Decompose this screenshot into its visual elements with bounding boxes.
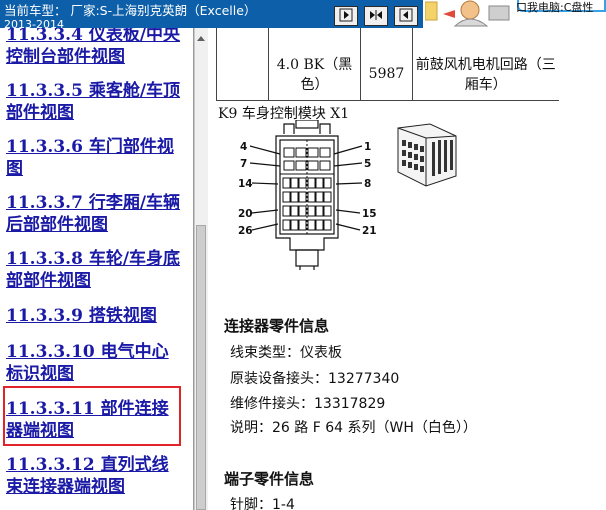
toc-item-11-3-3-8[interactable]: 11.3.3.8 车轮/车身底部部件视图 [6, 248, 184, 292]
pin-label-5: 5 [364, 158, 371, 170]
pin-label-21: 21 [362, 225, 377, 237]
circuit-number-cell: 5987 [360, 28, 413, 101]
toc-item-11-3-3-10[interactable]: 11.3.3.10 电气中心标识视图 [6, 341, 184, 385]
document-view: 4.0 BK（黑色） 5987 前鼓风机电机回路（三厢车） K9 车身控制模块 … [210, 28, 606, 510]
connector-description-text: 说明：26 路 F 64 系列（WH（白色）） [230, 420, 477, 436]
vehicle-model-label: 当前车型： 厂家:S-上海别克英朗（Excelle） [4, 3, 257, 18]
nav-forward-button[interactable] [334, 6, 358, 26]
pin-label-20: 20 [238, 208, 253, 220]
table-cell-blank [216, 28, 269, 101]
connector-face-diagram: 4 1 7 5 14 8 20 15 26 21 [238, 120, 377, 270]
toc-item-11-3-3-7[interactable]: 11.3.3.7 行李厢/车辆后部部件视图 [6, 192, 184, 236]
toc-item-11-3-3-5[interactable]: 11.3.3.5 乘客舱/车顶部件视图 [6, 80, 184, 124]
circuit-function-cell: 前鼓风机电机回路（三厢车） [412, 28, 559, 101]
toc-panel: 11.3.3.4 仪表板/中央控制台部件视图 11.3.3.5 乘客舱/车顶部件… [0, 28, 194, 510]
pin-label-8: 8 [364, 178, 371, 190]
pin-label-1: 1 [364, 141, 371, 153]
pin-label-26: 26 [238, 225, 253, 237]
pin-label-14: 14 [238, 178, 253, 190]
selected-item-highlight [3, 386, 181, 446]
play-right-icon [339, 7, 353, 26]
oem-connector-text: 原装设备接头：13277340 [230, 371, 400, 387]
harness-type-text: 线束类型：仪表板 [230, 345, 342, 361]
toc-item-11-3-3-9[interactable]: 11.3.3.9 搭铁视图 [6, 305, 184, 327]
terminal-pins-text: 针脚：1-4 [230, 497, 295, 510]
nav-back-button[interactable] [394, 6, 418, 26]
title-bar: 当前车型： 厂家:S-上海别克英朗（Excelle） 2013-2014 口我电… [0, 0, 606, 31]
scroll-up-icon[interactable] [196, 30, 206, 42]
terminal-info-title: 端子零件信息 [224, 470, 315, 488]
pin-label-7: 7 [240, 158, 247, 170]
connector-3d-image [397, 123, 457, 187]
play-left-icon [399, 7, 413, 26]
connector-info-title: 连接器零件信息 [224, 317, 330, 335]
toc-item-11-3-3-4[interactable]: 11.3.3.4 仪表板/中央控制台部件视图 [6, 28, 184, 68]
circuit-table: 4.0 BK（黑色） 5987 前鼓风机电机回路（三厢车） [216, 28, 559, 101]
split-arrows-icon [368, 7, 384, 26]
toc-item-11-3-3-12[interactable]: 11.3.3.12 直列式线束连接器端视图 [6, 454, 184, 498]
service-connector-text: 维修件接头：13317829 [230, 396, 386, 412]
pin-label-4: 4 [240, 141, 247, 153]
toc-item-11-3-3-6[interactable]: 11.3.3.6 车门部件视图 [6, 136, 184, 180]
nav-split-button[interactable] [364, 6, 388, 26]
table-row: 4.0 BK（黑色） 5987 前鼓风机电机回路（三厢车） [216, 28, 559, 101]
banner-label: 口我电脑:C盘性 [516, 1, 594, 14]
pin-label-15: 15 [362, 208, 377, 220]
toc-scroll-thumb[interactable] [196, 225, 206, 510]
wire-color-cell: 4.0 BK（黑色） [268, 28, 361, 101]
